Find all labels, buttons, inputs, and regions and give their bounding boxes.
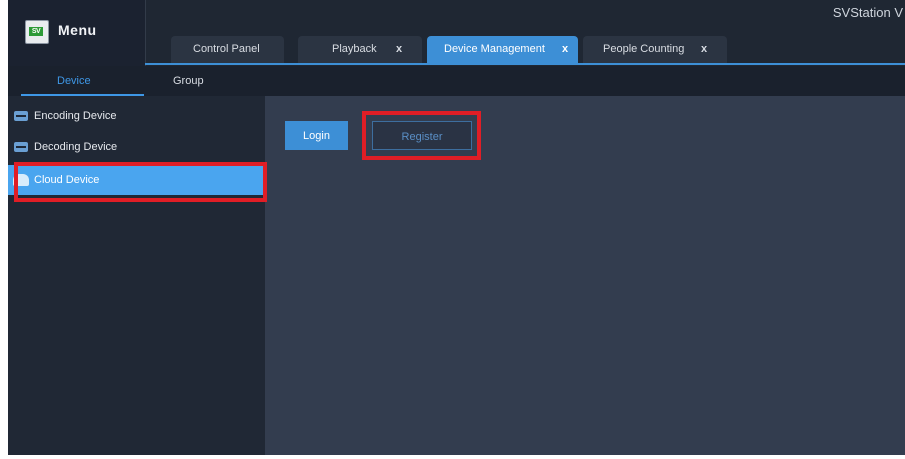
main-panel: Login Register (265, 96, 905, 455)
top-bar: SV Menu SVStation V Control Panel Playba… (8, 0, 905, 66)
subtab-group[interactable]: Group (173, 66, 204, 96)
sidebar-item-encoding-device[interactable]: Encoding Device (8, 101, 265, 131)
tab-label: People Counting (603, 43, 685, 55)
tab-control-panel[interactable]: Control Panel (171, 36, 284, 63)
sidebar-item-label: Cloud Device (34, 174, 100, 186)
logo-text: SV (29, 27, 43, 36)
encoding-device-icon (14, 111, 28, 121)
tab-device-management[interactable]: Device Management x (427, 36, 578, 63)
device-sidebar: Encoding Device Decoding Device Cloud De… (8, 96, 265, 455)
sidebar-item-label: Decoding Device (34, 141, 118, 153)
register-button[interactable]: Register (372, 121, 472, 150)
app-window: SV Menu SVStation V Control Panel Playba… (8, 0, 905, 455)
tab-people-counting[interactable]: People Counting x (583, 36, 727, 63)
sidebar-item-cloud-device[interactable]: Cloud Device (8, 165, 265, 195)
close-icon[interactable]: x (562, 36, 568, 63)
app-brand-title: SVStation V (832, 5, 903, 20)
login-button[interactable]: Login (285, 121, 348, 150)
tab-label: Device Management (444, 43, 545, 55)
sub-tab-bar: Device Group (8, 66, 905, 96)
decoding-device-icon (14, 142, 28, 152)
sidebar-item-decoding-device[interactable]: Decoding Device (8, 132, 265, 162)
cloud-device-icon (13, 174, 29, 186)
app-logo-icon: SV (25, 20, 49, 44)
sidebar-item-label: Encoding Device (34, 110, 117, 122)
close-icon[interactable]: x (396, 36, 402, 63)
menu-button[interactable]: SV Menu (8, 0, 146, 66)
tab-playback[interactable]: Playback x (298, 36, 422, 63)
tab-label: Control Panel (193, 43, 260, 55)
tab-strip-underline (145, 63, 905, 65)
tab-label: Playback (332, 43, 377, 55)
close-icon[interactable]: x (701, 36, 707, 63)
subtab-device[interactable]: Device (57, 66, 91, 96)
menu-label: Menu (58, 22, 97, 38)
